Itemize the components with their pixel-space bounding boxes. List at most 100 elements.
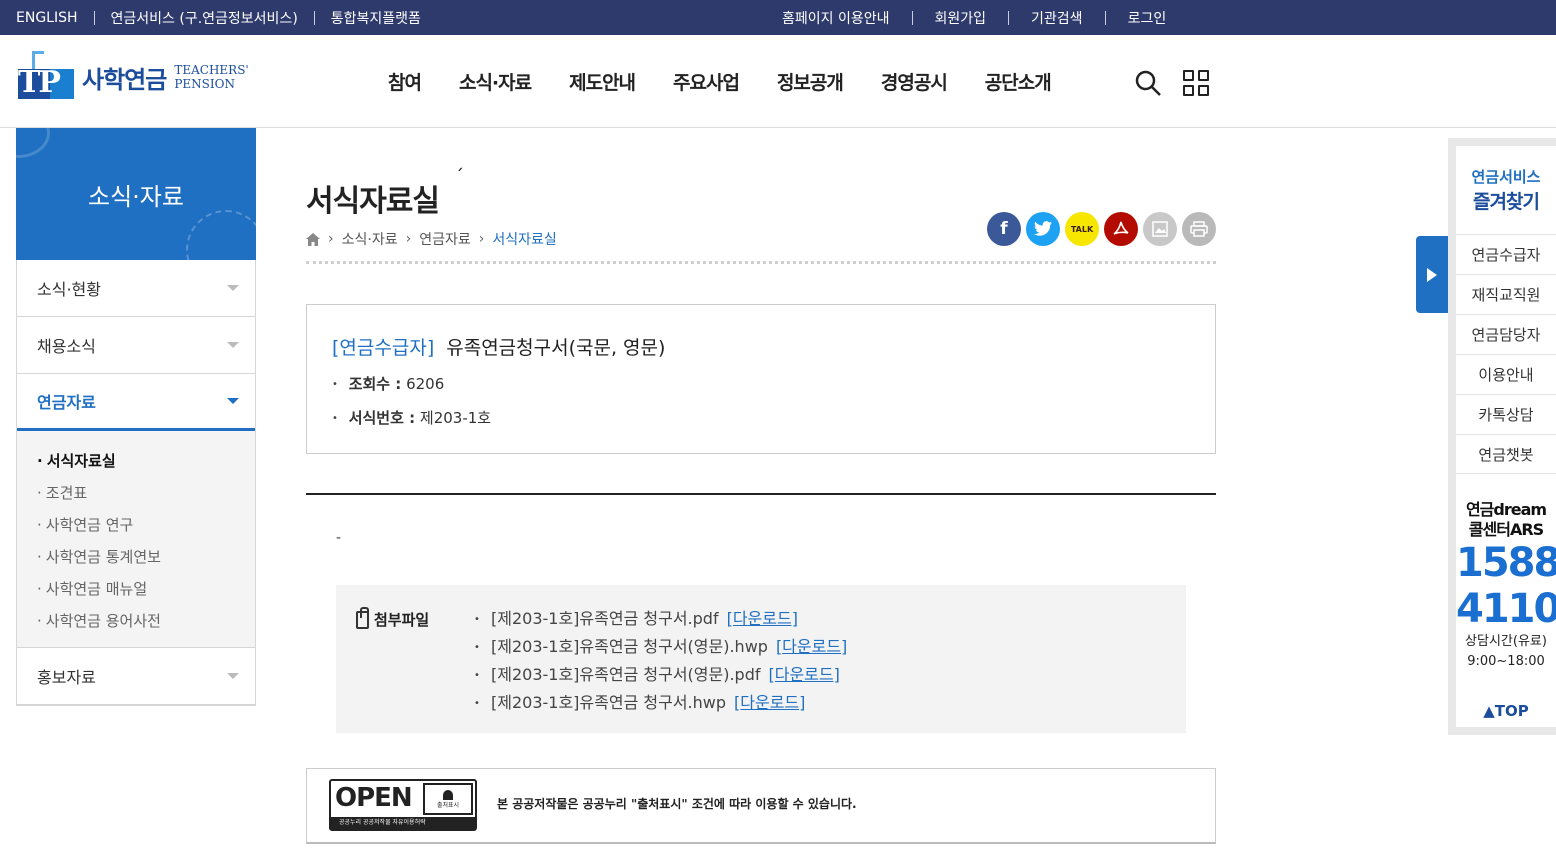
call-number: 1588 — [1456, 540, 1556, 586]
sidebar-menu: 소식·현황 채용소식 연금자료 서식자료실 조견표 사학연금 연구 사학연금 통… — [16, 260, 256, 706]
download-link[interactable]: [다운로드] — [769, 665, 840, 684]
play-arrow-icon — [1427, 267, 1437, 282]
submenu-research[interactable]: 사학연금 연구 — [37, 509, 255, 541]
attachments-label: 첨부파일 — [356, 606, 429, 630]
quick-link-kakao-chat[interactable]: 카톡상담 — [1456, 394, 1556, 434]
image-save-icon[interactable] — [1143, 212, 1177, 246]
post-info-box: [연금수급자]유족연금청구서(국문, 영문) 조회수 : 6206 서식번호 :… — [306, 304, 1216, 454]
breadcrumb-item[interactable]: 소식·자료 — [342, 229, 398, 249]
gnb-management-disclosure[interactable]: 경영공시 — [881, 68, 948, 95]
gnb-participation[interactable]: 참여 — [388, 68, 422, 95]
quick-link-teacher[interactable]: 재직교직원 — [1456, 274, 1556, 314]
chevron-down-icon — [227, 398, 239, 404]
attachment-item: [제203-1호]유족연금 청구서.hwp[다운로드] — [474, 689, 847, 717]
print-icon[interactable] — [1182, 212, 1216, 246]
chevron-down-icon — [227, 342, 239, 348]
license-box: OPEN 출처표시 공공누리 공공저작물 자유이용허락 본 공공저작물은 공공누… — [306, 768, 1216, 844]
open-government-license-logo: OPEN 출처표시 공공누리 공공저작물 자유이용허락 — [329, 779, 477, 831]
gnb-about[interactable]: 공단소개 — [985, 68, 1052, 95]
submenu-glossary[interactable]: 사학연금 용어사전 — [37, 605, 255, 637]
title-accent-mark: ˊ — [455, 166, 464, 187]
post-views: 조회수 : 6206 — [332, 373, 445, 394]
attachment-item: [제203-1호]유족연금 청구서(영문).pdf[다운로드] — [474, 661, 847, 689]
quick-link-pensioner[interactable]: 연금수급자 — [1456, 234, 1556, 274]
sidebar-submenu: 서식자료실 조견표 사학연금 연구 사학연금 통계연보 사학연금 매뉴얼 사학연… — [17, 431, 255, 648]
quick-link-guide[interactable]: 이용안내 — [1456, 354, 1556, 394]
submenu-forms-library[interactable]: 서식자료실 — [37, 445, 255, 477]
post-form-number: 서식번호 : 제203-1호 — [332, 407, 491, 428]
utility-links-right: 홈페이지 이용안내 회원가입 기관검색 로그인 — [782, 0, 1166, 35]
chevron-right-icon: › — [328, 231, 334, 247]
english-link[interactable]: ENGLISH — [16, 10, 78, 26]
title-divider — [306, 261, 1216, 264]
submenu-manual[interactable]: 사학연금 매뉴얼 — [37, 573, 255, 605]
breadcrumb-current: 서식자료실 — [492, 232, 557, 248]
divider — [93, 10, 95, 25]
sidebar-title: 소식·자료 — [16, 128, 256, 260]
search-icon[interactable] — [1134, 69, 1162, 97]
divider — [1104, 10, 1106, 25]
quick-link-chatbot[interactable]: 연금챗봇 — [1456, 434, 1556, 474]
gnb-system-guide[interactable]: 제도안내 — [569, 68, 636, 95]
home-icon[interactable] — [306, 232, 320, 246]
attachment-icon — [356, 606, 369, 629]
twitter-icon[interactable] — [1026, 212, 1060, 246]
facebook-icon[interactable]: f — [987, 212, 1021, 246]
scroll-top-button[interactable]: ▲TOP — [1456, 702, 1556, 720]
site-logo[interactable]: TP 사학연금 TEACHERS' PENSION — [16, 51, 249, 103]
submenu-statistics-yearbook[interactable]: 사학연금 통계연보 — [37, 541, 255, 573]
download-link[interactable]: [다운로드] — [734, 693, 805, 712]
kakaotalk-icon[interactable]: TALK — [1065, 212, 1099, 246]
attachment-list: [제203-1호]유족연금 청구서.pdf[다운로드] [제203-1호]유족연… — [474, 605, 847, 717]
chevron-down-icon — [227, 285, 239, 291]
divider — [313, 10, 315, 25]
pension-service-link[interactable]: 연금서비스 (구.연금정보서비스) — [111, 8, 298, 28]
site-guide-link[interactable]: 홈페이지 이용안내 — [782, 8, 890, 28]
pdf-icon[interactable] — [1104, 212, 1138, 246]
logo-mark-icon: TP — [16, 51, 76, 103]
utility-links-left: ENGLISH 연금서비스 (구.연금정보서비스) 통합복지플랫폼 — [16, 0, 421, 35]
breadcrumb: › 소식·자료 › 연금자료 › 서식자료실 — [306, 229, 557, 249]
download-link[interactable]: [다운로드] — [727, 609, 798, 628]
submenu-lookup-table[interactable]: 조견표 — [37, 477, 255, 509]
call-number: 4110 — [1456, 586, 1556, 632]
welfare-platform-link[interactable]: 통합복지플랫폼 — [331, 8, 421, 28]
page-title: 서식자료실 — [306, 184, 440, 219]
sidebar-item-news-status[interactable]: 소식·현황 — [17, 260, 255, 317]
logo-korean-text: 사학연금 — [82, 65, 167, 94]
post-title: [연금수급자] 유족연금청구서(국문, 영문) — [332, 337, 666, 359]
breadcrumb-item[interactable]: 연금자료 — [419, 229, 471, 249]
license-text: 본 공공저작물은 공공누리 "출처표시" 조건에 따라 이용할 수 있습니다. — [497, 797, 857, 811]
signup-link[interactable]: 회원가입 — [935, 8, 987, 28]
attachment-item: [제203-1호]유족연금 청구서.pdf[다운로드] — [474, 605, 847, 633]
logo-english-text: TEACHERS' PENSION — [174, 63, 249, 91]
gnb-information-disclosure[interactable]: 정보공개 — [777, 68, 844, 95]
sidebar-item-pension-data[interactable]: 연금자료 — [17, 374, 255, 431]
attribution-icon: 출처표시 — [423, 783, 473, 815]
quick-panel: 연금서비스 즐겨찾기 연금수급자 재직교직원 연금담당자 이용안내 카톡상담 연… — [1448, 138, 1556, 735]
post-body: - — [336, 530, 342, 546]
share-buttons: f TALK — [987, 212, 1221, 246]
quick-panel-title: 연금서비스 즐겨찾기 — [1471, 168, 1541, 213]
call-center-info: 연금dream 콜센터ARS 1588 4110 상담시간(유료) 9:00~1… — [1456, 500, 1556, 669]
quick-link-officer[interactable]: 연금담당자 — [1456, 314, 1556, 354]
site-header: TP 사학연금 TEACHERS' PENSION 참여 소식·자료 제도안내 … — [0, 35, 1556, 128]
main-navigation: 참여 소식·자료 제도안내 주요사업 정보공개 경영공시 공단소개 — [388, 35, 1089, 128]
sidebar-item-pr-materials[interactable]: 홍보자료 — [17, 648, 255, 705]
login-link[interactable]: 로그인 — [1128, 8, 1167, 28]
divider — [1008, 10, 1010, 25]
chevron-right-icon: › — [478, 231, 485, 247]
sidebar-item-recruitment[interactable]: 채용소식 — [17, 317, 255, 374]
post-category: [연금수급자] — [332, 337, 435, 359]
chevron-down-icon — [227, 673, 239, 679]
gnb-news-data[interactable]: 소식·자료 — [459, 68, 532, 95]
attachments-box: 첨부파일 [제203-1호]유족연금 청구서.pdf[다운로드] [제203-1… — [336, 585, 1186, 733]
quick-panel-toggle[interactable] — [1416, 236, 1448, 313]
utility-bar: ENGLISH 연금서비스 (구.연금정보서비스) 통합복지플랫폼 홈페이지 이… — [0, 0, 1556, 35]
content-divider — [306, 493, 1216, 495]
attachment-item: [제203-1호]유족연금 청구서(영문).hwp[다운로드] — [474, 633, 847, 661]
sitemap-grid-icon[interactable] — [1183, 70, 1209, 96]
download-link[interactable]: [다운로드] — [776, 637, 847, 656]
gnb-main-projects[interactable]: 주요사업 — [673, 68, 740, 95]
institution-search-link[interactable]: 기관검색 — [1031, 8, 1083, 28]
